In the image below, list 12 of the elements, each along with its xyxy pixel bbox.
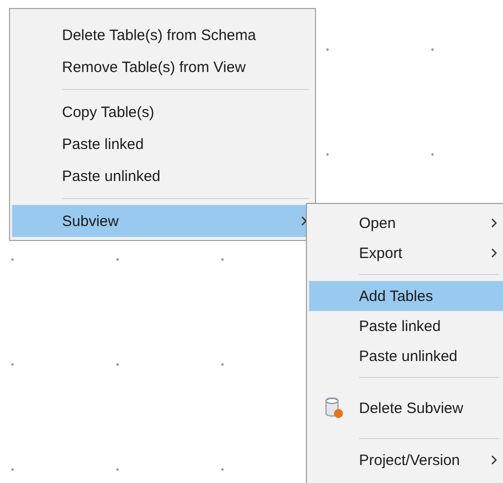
menu-item[interactable]: Remove Table(s) from View — [12, 51, 313, 83]
menu-item[interactable]: Paste linked — [309, 311, 503, 341]
menu-item[interactable]: Delete Subview — [309, 384, 503, 432]
menu-item[interactable]: Paste unlinked — [12, 160, 313, 192]
menu-item[interactable]: Add Tables — [309, 281, 503, 311]
menu-item[interactable]: Project/Version — [309, 445, 503, 475]
menu-item[interactable]: Paste unlinked — [309, 341, 503, 371]
database-delete-icon — [324, 397, 344, 419]
menu-item[interactable]: Export — [309, 238, 503, 268]
menu-item[interactable]: Delete Table(s) from Schema — [12, 19, 313, 51]
menu-item[interactable]: Copy Table(s) — [12, 96, 313, 128]
menu-item[interactable]: Paste linked — [12, 128, 313, 160]
